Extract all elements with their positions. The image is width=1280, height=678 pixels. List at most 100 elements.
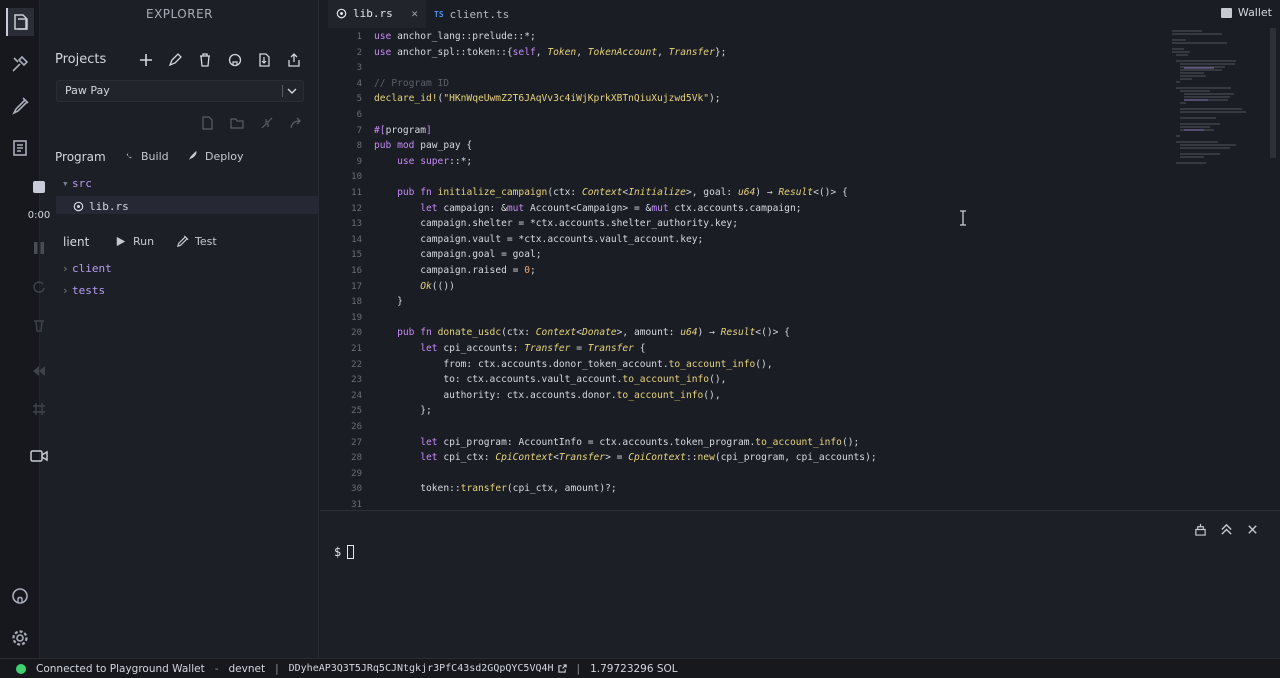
test-button[interactable]: Test [176, 235, 217, 248]
line-number: 19 [351, 312, 362, 323]
new-folder-icon[interactable] [230, 115, 246, 131]
line-number: 14 [351, 234, 362, 245]
line-number: 21 [351, 344, 362, 354]
tab-lib-rs[interactable]: lib.rs ✕ [328, 0, 426, 28]
line-number: 30 [351, 484, 362, 495]
line-number: 12 [351, 203, 362, 214]
tree-file-lib-rs[interactable]: lib.rs [56, 196, 319, 214]
add-icon[interactable] [138, 52, 154, 68]
stop-record-button[interactable] [28, 176, 50, 198]
close-tab-icon[interactable]: ✕ [411, 7, 418, 20]
rewind-button[interactable] [28, 360, 50, 382]
test-tube-icon[interactable] [6, 92, 34, 120]
code-line: campaign.vault = *ctx.accounts.vault_acc… [420, 233, 704, 245]
status-separator: | [576, 662, 581, 675]
wallet-button[interactable]: Wallet [1220, 6, 1272, 19]
trash-icon[interactable] [197, 52, 213, 68]
line-number: 9 [356, 156, 362, 167]
github-icon[interactable] [6, 582, 34, 610]
code-line: token::transfer(cpi_ctx, amount)?; [420, 483, 617, 495]
connection-status-dot [16, 663, 26, 674]
line-number: 1 [356, 32, 362, 42]
rust-file-icon [336, 8, 347, 19]
build-label: Build [141, 150, 169, 163]
rocket-icon [187, 150, 197, 162]
pause-button[interactable] [28, 237, 50, 259]
tab-label: lib.rs [353, 7, 393, 20]
clear-terminal-icon[interactable] [1194, 521, 1208, 536]
external-link-icon [557, 664, 567, 673]
connection-status[interactable]: Connected to Playground Wallet [36, 663, 205, 675]
code-line: from: ctx.accounts.donor_token_account.t… [443, 358, 773, 370]
code-line: } [374, 296, 403, 308]
explorer-icon[interactable] [6, 8, 34, 36]
share-icon[interactable] [289, 115, 305, 131]
caret-right-icon: › [62, 262, 69, 275]
new-file-icon[interactable] [200, 115, 216, 131]
code-line: pub mod paw_pay { [374, 140, 473, 152]
code-editor[interactable]: 1 use anchor_lang::prelude::*; 2 use anchor… [320, 28, 1280, 510]
camera-button[interactable] [28, 445, 50, 467]
line-number: 15 [351, 250, 362, 261]
recording-controls: 0:00 [24, 172, 54, 472]
line-number: 28 [351, 453, 362, 464]
line-number: 2 [356, 47, 362, 58]
vertical-scrollbar[interactable] [1270, 28, 1276, 158]
github-import-icon[interactable] [227, 52, 243, 68]
build-tools-icon[interactable] [6, 50, 34, 78]
code-line: pub fn donate_usdc(ctx: Context<Donate>,… [397, 327, 790, 339]
project-select[interactable]: Paw Pay [56, 80, 304, 102]
code-line: declare_id!("HKnWqeUwmZ2T6JAqVv3c4iWjKpr… [374, 93, 721, 105]
status-dash: - [214, 662, 219, 675]
wallet-label: Wallet [1237, 6, 1272, 19]
import-icon[interactable] [256, 52, 272, 68]
trash-icon [34, 320, 44, 332]
code-line: let cpi_ctx: CpiContext<Transfer> = CpiC… [420, 452, 877, 464]
tab-client-ts[interactable]: TS client.ts [426, 0, 526, 28]
select-divider [282, 85, 283, 97]
code-line: to: ctx.accounts.vault_account.to_accoun… [443, 374, 727, 386]
folder-label: tests [72, 284, 106, 297]
caret-right-icon: › [62, 284, 69, 297]
tree-folder-tests[interactable]: › tests [62, 284, 105, 297]
wallet-address: DDyheAP3Q3T5JRq5CJNtgkjr3PfC43sd2GQpQYC5… [288, 663, 554, 674]
deploy-label: Deploy [205, 150, 244, 163]
code-line: #[program] [374, 124, 432, 136]
run-button[interactable]: Run [114, 235, 154, 248]
export-icon[interactable] [286, 52, 302, 68]
line-number: 17 [351, 281, 362, 292]
maximize-terminal-icon[interactable] [1220, 521, 1234, 535]
folder-label: src [72, 177, 92, 190]
folder-label: client [72, 262, 112, 275]
terminal-panel[interactable]: $ [320, 510, 1280, 658]
chevron-down-icon [287, 88, 297, 94]
line-number: 20 [351, 328, 362, 339]
code-line: authority: ctx.accounts.donor.to_account… [443, 389, 721, 401]
close-terminal-icon[interactable] [1246, 521, 1260, 535]
settings-gear-icon[interactable] [6, 624, 34, 652]
restart-button[interactable] [28, 276, 50, 298]
terminal-prompt[interactable]: $ [334, 545, 355, 559]
run-label: Run [133, 235, 155, 248]
deploy-button[interactable]: Deploy [186, 150, 244, 163]
wallet-address-link[interactable]: DDyheAP3Q3T5JRq5CJNtgkjr3PfC43sd2GQpQYC5… [289, 663, 567, 674]
network-label[interactable]: devnet [229, 663, 266, 675]
code-line: let cpi_program: AccountInfo = ctx.accou… [420, 436, 860, 448]
minimap[interactable] [1168, 28, 1256, 178]
line-number: 29 [351, 468, 362, 479]
code-line: let campaign: &mut Account<Campaign> = &… [420, 202, 802, 214]
client-section-label: lient [63, 235, 90, 249]
delete-recording-button[interactable] [28, 314, 50, 336]
line-number: 13 [351, 219, 362, 230]
grid-button[interactable] [28, 398, 50, 420]
collapse-icon[interactable] [260, 115, 276, 131]
line-number: 10 [351, 172, 362, 183]
tree-folder-src[interactable]: ▾ src [62, 177, 92, 190]
build-button[interactable]: Build [122, 150, 169, 163]
tree-folder-client[interactable]: › client [62, 262, 112, 275]
text-cursor-icon [960, 210, 966, 226]
rename-icon[interactable] [167, 52, 183, 68]
code-line: use anchor_spl::token::{self, Token, Tok… [374, 46, 727, 58]
pause-icon [34, 242, 44, 254]
tutorials-icon[interactable] [6, 134, 34, 162]
